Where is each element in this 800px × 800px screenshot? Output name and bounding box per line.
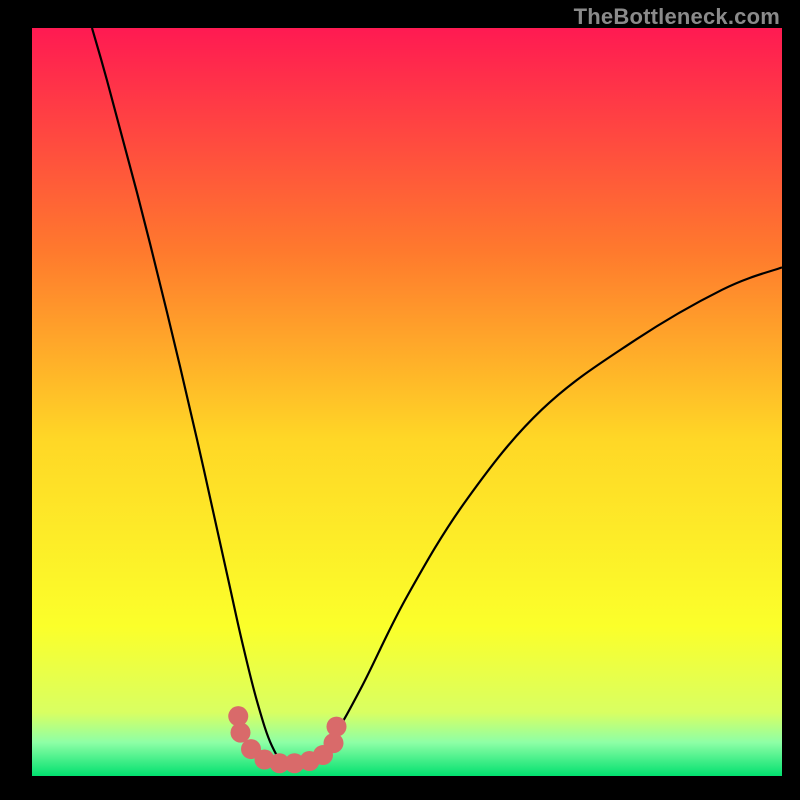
chart-svg (32, 28, 782, 776)
chart-frame: TheBottleneck.com (0, 0, 800, 800)
data-marker (231, 723, 251, 743)
plot-area (32, 28, 782, 776)
data-marker (327, 717, 347, 737)
gradient-background (32, 28, 782, 776)
watermark-text: TheBottleneck.com (574, 4, 780, 30)
